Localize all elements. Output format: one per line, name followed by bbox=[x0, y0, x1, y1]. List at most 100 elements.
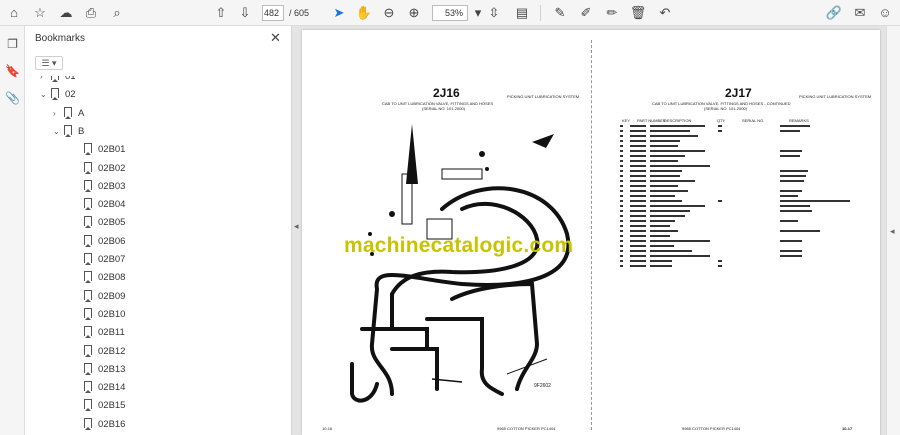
attachments-icon[interactable]: 📎 bbox=[4, 90, 21, 107]
left-sheet-title: 2J16 bbox=[433, 86, 460, 100]
email-icon[interactable]: ✉ bbox=[851, 4, 869, 22]
close-icon[interactable]: ✕ bbox=[270, 30, 281, 46]
bookmark-item[interactable]: 02B15 bbox=[73, 397, 125, 415]
bookmark-options-button[interactable]: ☰ ▾ bbox=[35, 56, 63, 70]
bookmark-icon bbox=[84, 307, 92, 320]
account-icon[interactable]: ☺ bbox=[876, 4, 894, 22]
select-cursor-icon[interactable]: ➤ bbox=[330, 4, 348, 22]
bookmark-label: 02B16 bbox=[98, 418, 126, 430]
draw-pen-icon[interactable]: ✐ bbox=[577, 4, 595, 22]
bookmark-icon bbox=[84, 216, 92, 229]
page-up-icon[interactable]: ⇧ bbox=[212, 4, 230, 22]
zoom-level-select[interactable]: 53% bbox=[432, 5, 468, 21]
bookmark-label: B bbox=[78, 125, 85, 137]
bookmark-icon bbox=[84, 362, 92, 375]
left-footer-page: 10-16 bbox=[322, 426, 333, 431]
bookmark-icon bbox=[84, 326, 92, 339]
page-down-icon[interactable]: ⇩ bbox=[236, 4, 254, 22]
bookmark-icon bbox=[84, 143, 92, 156]
bookmark-item[interactable]: 02B10 bbox=[73, 306, 125, 324]
bookmark-item[interactable]: 02B14 bbox=[73, 379, 125, 397]
cloud-upload-icon[interactable]: ☁ bbox=[57, 4, 75, 22]
bookmark-label: 02B14 bbox=[98, 382, 126, 394]
fit-page-icon[interactable]: ⇳ bbox=[485, 4, 503, 22]
bookmarks-panel: Bookmarks ✕ ☰ ▾ › 01 ⌄ 02 › A ⌄ B 02B01 02B02 02B0… bbox=[25, 26, 310, 435]
share-link-icon[interactable]: 🔗 bbox=[825, 4, 843, 22]
bookmark-label: 02 bbox=[65, 89, 76, 101]
left-tool-rail: ❐ 🔖 📎 bbox=[0, 26, 25, 435]
bookmark-label: 02B10 bbox=[98, 308, 126, 320]
main-toolbar: ⌂ ☆ ☁ ⎙ ⌕ ⇧ ⇩ 482 / 605 ➤ ✋ ⊖ ⊕ 53% ▾ ⇳ … bbox=[0, 0, 900, 26]
column-header: DESCRIPTION bbox=[664, 118, 692, 123]
search-icon[interactable]: ⌕ bbox=[108, 4, 126, 22]
bookmark-item[interactable]: 02B13 bbox=[73, 361, 125, 379]
bookmark-item[interactable]: 02B11 bbox=[73, 324, 125, 342]
bookmark-item[interactable]: › 01 bbox=[40, 76, 76, 86]
home-icon[interactable]: ⌂ bbox=[5, 4, 23, 22]
page-number-input[interactable]: 482 bbox=[262, 5, 284, 21]
bookmark-item[interactable]: 02B03 bbox=[73, 178, 125, 196]
bookmark-label: 02B12 bbox=[98, 345, 126, 357]
zoom-out-icon[interactable]: ⊖ bbox=[380, 4, 398, 22]
previous-page-arrow-icon[interactable]: ◂ bbox=[294, 221, 299, 232]
figure-code: 9F2602 bbox=[534, 383, 551, 389]
bookmark-item[interactable]: 02B07 bbox=[73, 251, 125, 269]
bookmark-item[interactable]: 02B12 bbox=[73, 343, 125, 361]
column-header: SERIAL NO. bbox=[742, 118, 765, 123]
chevron-right-icon[interactable]: › bbox=[40, 76, 51, 86]
pdf-page: 2J16 PICKING UNIT LUBRICATION SYSTEM CAB… bbox=[302, 30, 880, 435]
bookmark-item[interactable]: 02B06 bbox=[73, 233, 125, 251]
right-sheet-section: PICKING UNIT LUBRICATION SYSTEM bbox=[799, 94, 872, 99]
bookmark-item[interactable]: 02B02 bbox=[73, 160, 125, 178]
bookmark-label: 02B09 bbox=[98, 290, 126, 302]
page-display-icon[interactable]: ▤ bbox=[513, 4, 531, 22]
undo-icon[interactable]: ↶ bbox=[656, 4, 674, 22]
comment-icon[interactable]: ✎ bbox=[551, 4, 569, 22]
bookmark-label: 02B06 bbox=[98, 235, 126, 247]
delete-trash-icon[interactable]: 🗑 bbox=[629, 4, 647, 22]
bookmark-icon bbox=[84, 289, 92, 302]
bookmark-item[interactable]: 02B16 bbox=[73, 416, 125, 434]
hand-pan-icon[interactable]: ✋ bbox=[355, 4, 373, 22]
highlight-icon[interactable]: ✏ bbox=[603, 4, 621, 22]
sheet-divider bbox=[591, 40, 592, 430]
bookmark-icon bbox=[84, 234, 92, 247]
bookmark-label: 01 bbox=[65, 76, 76, 82]
bookmark-icon bbox=[84, 198, 92, 211]
page-thumbnails-icon[interactable]: ❐ bbox=[4, 36, 21, 53]
bookmark-item[interactable]: ⌄ B bbox=[53, 123, 84, 141]
bookmark-icon bbox=[84, 417, 92, 430]
column-header: PART NUMBER bbox=[637, 118, 666, 123]
bookmark-item[interactable]: 02B04 bbox=[73, 196, 125, 214]
bookmark-icon bbox=[84, 161, 92, 174]
print-icon[interactable]: ⎙ bbox=[82, 4, 100, 22]
parts-table bbox=[620, 125, 850, 267]
bookmark-label: 02B04 bbox=[98, 199, 126, 211]
right-tool-rail: ◂ bbox=[886, 26, 900, 435]
column-header: KEY bbox=[622, 118, 631, 123]
right-footer-title: 9965 COTTON PICKER PC1404 bbox=[682, 426, 741, 431]
chevron-down-icon[interactable]: ⌄ bbox=[40, 86, 51, 104]
right-sheet-title: 2J17 bbox=[725, 86, 752, 100]
bookmark-label: 02B03 bbox=[98, 180, 126, 192]
bookmark-item[interactable]: 02B08 bbox=[73, 269, 125, 287]
bookmark-label: 02B15 bbox=[98, 400, 126, 412]
chevron-right-icon[interactable]: › bbox=[53, 105, 64, 123]
bookmark-star-icon[interactable]: ☆ bbox=[31, 4, 49, 22]
bookmark-icon bbox=[51, 76, 59, 82]
bookmark-item[interactable]: 02B09 bbox=[73, 288, 125, 306]
left-footer-title: 9965 COTTON PICKER PC1404 bbox=[497, 426, 556, 431]
zoom-in-icon[interactable]: ⊕ bbox=[405, 4, 423, 22]
document-viewer[interactable]: ◂ ▸ 2J16 PICKING UNIT LUBRICATION SYSTEM… bbox=[292, 26, 900, 435]
bookmarks-panel-icon[interactable]: 🔖 bbox=[4, 63, 21, 80]
bookmark-item[interactable]: › A bbox=[53, 105, 84, 123]
bookmark-icon bbox=[84, 381, 92, 394]
bookmark-label: 02B11 bbox=[98, 327, 125, 339]
left-sheet-serial: (SERIAL NO. 101-2000) bbox=[422, 106, 465, 111]
bookmark-item[interactable]: 02B01 bbox=[73, 141, 125, 159]
bookmark-item[interactable]: 02B05 bbox=[73, 214, 125, 232]
bookmark-list: › 01 ⌄ 02 › A ⌄ B 02B01 02B02 02B03 02B04 02B05 02B06… bbox=[25, 76, 280, 435]
chevron-down-icon[interactable]: ⌄ bbox=[53, 123, 64, 141]
expand-panel-arrow-icon[interactable]: ◂ bbox=[890, 226, 895, 237]
bookmark-item[interactable]: ⌄ 02 bbox=[40, 86, 76, 104]
